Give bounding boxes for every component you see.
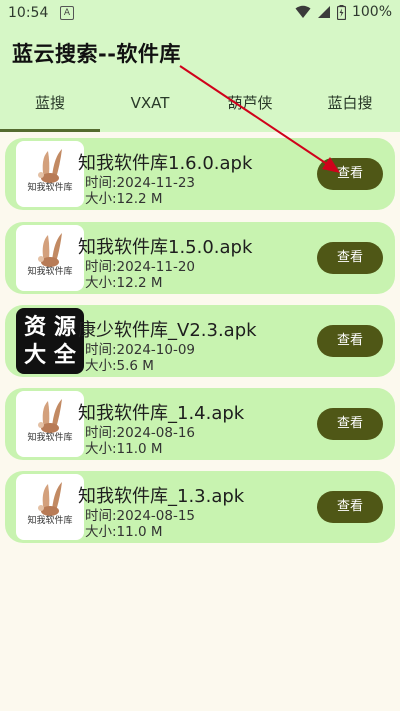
rabbit-logo-icon: [38, 149, 62, 183]
list-item[interactable]: 知我软件库 知我软件库_1.4.apk 时间:2024-08-16 大小:11.…: [5, 388, 395, 460]
view-button[interactable]: 查看: [317, 158, 383, 190]
rabbit-logo-icon: [38, 482, 62, 516]
thumbnail-logo-text: 资 源 大 全: [16, 314, 84, 370]
app-thumbnail: 知我软件库: [16, 141, 84, 207]
file-size: 大小:5.6 M: [85, 358, 154, 374]
list-item[interactable]: 知我软件库 知我软件库1.6.0.apk 时间:2024-11-23 大小:12…: [5, 138, 395, 210]
tab-label: 蓝白搜: [327, 94, 373, 112]
rabbit-logo-icon: [38, 233, 62, 267]
tab-vxat[interactable]: VXAT: [100, 86, 200, 132]
rabbit-logo-icon: [38, 399, 62, 433]
page-title: 蓝云搜索--软件库: [12, 42, 181, 66]
file-size: 大小:11.0 M: [85, 441, 163, 457]
view-button[interactable]: 查看: [317, 491, 383, 523]
status-indicators: 100%: [295, 4, 392, 20]
view-button[interactable]: 查看: [317, 325, 383, 357]
thumbnail-caption: 知我软件库: [27, 183, 73, 193]
thumbnail-line: 资 源: [24, 315, 76, 340]
file-size: 大小:12.2 M: [85, 191, 163, 207]
view-button[interactable]: 查看: [317, 408, 383, 440]
status-bar: 10:54 A 100%: [0, 0, 400, 28]
battery-percent: 100%: [351, 4, 392, 20]
file-size: 大小:12.2 M: [85, 275, 163, 291]
thumbnail-caption: 知我软件库: [27, 516, 73, 526]
app-thumbnail: 知我软件库: [16, 474, 84, 540]
tab-label: 蓝搜: [34, 94, 65, 112]
view-button[interactable]: 查看: [317, 242, 383, 274]
battery-icon: [336, 4, 346, 20]
tab-lanbaisou[interactable]: 蓝白搜: [300, 86, 400, 132]
app-header: 蓝云搜索--软件库 蓝搜 VXAT 葫芦侠 蓝白搜: [0, 28, 400, 132]
list-item[interactable]: 知我软件库 知我软件库_1.3.apk 时间:2024-08-15 大小:11.…: [5, 471, 395, 543]
tab-bar: 蓝搜 VXAT 葫芦侠 蓝白搜: [0, 86, 400, 132]
app-thumbnail: 知我软件库: [16, 391, 84, 457]
app-thumbnail: 资 源 大 全: [16, 308, 84, 374]
status-time: 10:54: [8, 5, 49, 21]
tab-label: 葫芦侠: [227, 94, 273, 112]
signal-icon: [317, 6, 330, 18]
tab-label: VXAT: [130, 94, 170, 112]
thumbnail-caption: 知我软件库: [27, 433, 73, 443]
thumbnail-caption: 知我软件库: [27, 267, 73, 277]
tab-lansou[interactable]: 蓝搜: [0, 86, 100, 132]
file-size: 大小:11.0 M: [85, 524, 163, 540]
tab-huluxia[interactable]: 葫芦侠: [200, 86, 300, 132]
thumbnail-line: 大 全: [24, 343, 76, 368]
list-item[interactable]: 资 源 大 全 康少软件库_V2.3.apk 时间:2024-10-09 大小:…: [5, 305, 395, 377]
app-thumbnail: 知我软件库: [16, 225, 84, 291]
notification-icon: A: [60, 6, 74, 20]
wifi-icon: [295, 5, 311, 18]
list-item[interactable]: 知我软件库 知我软件库1.5.0.apk 时间:2024-11-20 大小:12…: [5, 222, 395, 294]
